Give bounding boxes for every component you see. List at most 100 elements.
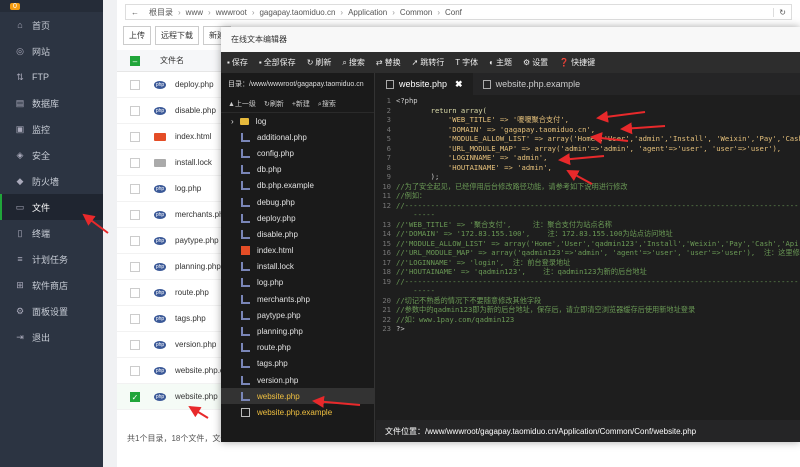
select-all-checkbox[interactable]: –: [130, 55, 140, 66]
file-checkbox[interactable]: [130, 183, 140, 194]
tree-item[interactable]: › log: [221, 113, 374, 129]
code-line: 7 'LOGINNAME' => 'admin',: [376, 153, 800, 163]
editor-toolbar-button[interactable]: ↻ 刷新: [307, 57, 332, 68]
file-checkbox[interactable]: [130, 261, 140, 272]
tree-item[interactable]: planning.php: [221, 323, 374, 339]
editor-toolbar-button[interactable]: ▪ 全部保存: [259, 57, 296, 68]
file-checkbox[interactable]: [130, 131, 140, 142]
tree-item[interactable]: db.php.example: [221, 178, 374, 194]
reload-icon[interactable]: ↻: [773, 7, 791, 17]
back-icon[interactable]: ←: [126, 8, 144, 17]
path-segment[interactable]: www: [181, 8, 208, 17]
file-name[interactable]: paytype.php: [175, 236, 219, 245]
file-checkbox[interactable]: [130, 105, 140, 116]
path-segment[interactable]: wwwroot: [211, 8, 252, 17]
file-checkbox[interactable]: [130, 287, 140, 298]
sidebar-item[interactable]: ⌂ 首页: [0, 12, 103, 38]
file-name[interactable]: version.php: [175, 340, 216, 349]
file-checkbox[interactable]: [130, 157, 140, 168]
file-name[interactable]: index.html: [175, 132, 211, 141]
tree-item[interactable]: tags.php: [221, 356, 374, 372]
file-checkbox[interactable]: [130, 365, 140, 376]
file-name[interactable]: deploy.php: [175, 80, 214, 89]
remote-download-button[interactable]: 远程下载: [155, 25, 199, 45]
file-checkbox[interactable]: [130, 79, 140, 90]
file-name[interactable]: tags.php: [175, 314, 206, 323]
editor-toolbar-button[interactable]: ⌕ 搜索: [342, 57, 364, 68]
tree-item[interactable]: log.php: [221, 275, 374, 291]
editor-toolbar-button[interactable]: ◐ 主题: [489, 57, 512, 68]
tree-item[interactable]: additional.php: [221, 129, 374, 145]
tree-item[interactable]: version.php: [221, 372, 374, 388]
sidebar-item-label: 面板设置: [32, 306, 69, 317]
tree-item[interactable]: db.php: [221, 162, 374, 178]
sidebar-item[interactable]: ≡ 计划任务: [0, 246, 103, 272]
code-area[interactable]: 1 <?php 2 return array(3 'WEB_TITLE' => '嗄…: [376, 96, 800, 420]
tree-item[interactable]: install.lock: [221, 259, 374, 275]
editor-toolbar-button[interactable]: ⚙ 设置: [523, 57, 548, 68]
sidebar-item[interactable]: ▭ 文件: [0, 194, 103, 220]
code-line: 11 //例如：: [376, 191, 800, 201]
editor-tab[interactable]: website.php ✖: [376, 73, 473, 95]
tree-item[interactable]: config.php: [221, 145, 374, 161]
file-checkbox[interactable]: [130, 313, 140, 324]
path-segment[interactable]: gagapay.taomiduo.cn: [254, 8, 340, 17]
tree-item[interactable]: disable.php: [221, 226, 374, 242]
sidebar-item[interactable]: ⇥ 退出: [0, 324, 103, 350]
close-icon[interactable]: ✖: [455, 79, 463, 90]
code-line: 23 ?>: [376, 324, 800, 334]
sidebar-item-label: 首页: [32, 20, 51, 31]
tree-up-button[interactable]: ▲上一级: [228, 99, 256, 109]
file-icon: [241, 197, 250, 207]
sidebar-item[interactable]: ⇅ FTP: [0, 64, 103, 90]
sidebar-item[interactable]: ◎ 网站: [0, 38, 103, 64]
file-name[interactable]: route.php: [175, 288, 209, 297]
file-name[interactable]: log.php: [175, 184, 201, 193]
sidebar-item[interactable]: ▤ 数据库: [0, 90, 103, 116]
file-name[interactable]: planning.php: [175, 262, 221, 271]
file-checkbox[interactable]: [130, 339, 140, 350]
sidebar-item[interactable]: ⚙ 面板设置: [0, 298, 103, 324]
editor-toolbar-button[interactable]: T 字体: [455, 57, 478, 68]
path-segment[interactable]: Application: [343, 8, 392, 17]
file-name[interactable]: website.php: [175, 392, 218, 401]
tree-search-button[interactable]: ⌕搜索: [318, 99, 336, 109]
sidebar-item-label: 终端: [32, 228, 51, 239]
notification-badge[interactable]: 0: [10, 2, 20, 10]
tree-item[interactable]: route.php: [221, 340, 374, 356]
tree-item[interactable]: index.html: [221, 243, 374, 259]
editor-toolbar-button[interactable]: ➚ 跳转行: [412, 57, 445, 68]
file-checkbox[interactable]: ✓: [130, 391, 140, 402]
code-text: //'URL_MODULE_MAP' => array('qadmin123'=…: [396, 248, 800, 257]
tree-item[interactable]: debug.php: [221, 194, 374, 210]
sidebar-item[interactable]: ◆ 防火墙: [0, 168, 103, 194]
path-segment[interactable]: Common: [395, 8, 437, 17]
tree-refresh-button[interactable]: ↻刷新: [264, 99, 284, 109]
file-name[interactable]: install.lock: [175, 158, 212, 167]
file-name[interactable]: merchants.php: [175, 210, 228, 219]
tree-item[interactable]: website.php: [221, 388, 374, 405]
tree-new-button[interactable]: +新建: [292, 99, 310, 109]
tree-item[interactable]: deploy.php: [221, 210, 374, 226]
file-checkbox[interactable]: [130, 209, 140, 220]
editor-toolbar-button[interactable]: ▪ 保存: [227, 57, 248, 68]
sidebar-item[interactable]: ▯ 终端: [0, 220, 103, 246]
file-checkbox[interactable]: [130, 235, 140, 246]
sidebar-item[interactable]: ⊞ 软件商店: [0, 272, 103, 298]
editor-toolbar-button[interactable]: ❓ 快捷键: [559, 57, 595, 68]
sidebar-item[interactable]: ▣ 监控: [0, 116, 103, 142]
path-segment[interactable]: Conf: [440, 8, 467, 17]
sidebar-item[interactable]: ◈ 安全: [0, 142, 103, 168]
tree-directory: 目录：/www/wwwroot/gagapay.taomiduo.cn: [228, 81, 364, 88]
tree-item[interactable]: paytype.php: [221, 307, 374, 323]
html-file-icon: [241, 246, 250, 256]
editor-toolbar-button[interactable]: ⇄ 替换: [376, 57, 401, 68]
editor-tab[interactable]: website.php.example: [473, 73, 591, 95]
tree-item[interactable]: website.php.example: [221, 404, 374, 420]
path-bar[interactable]: ← 根目录 › www › wwwroot › gagapay.taomiduo.cn › Ap…: [125, 4, 792, 20]
upload-button[interactable]: 上传: [123, 25, 151, 45]
path-segment[interactable]: 根目录: [144, 7, 178, 18]
file-name[interactable]: disable.php: [175, 106, 216, 115]
tree-item[interactable]: merchants.php: [221, 291, 374, 307]
file-icon: [241, 262, 250, 272]
